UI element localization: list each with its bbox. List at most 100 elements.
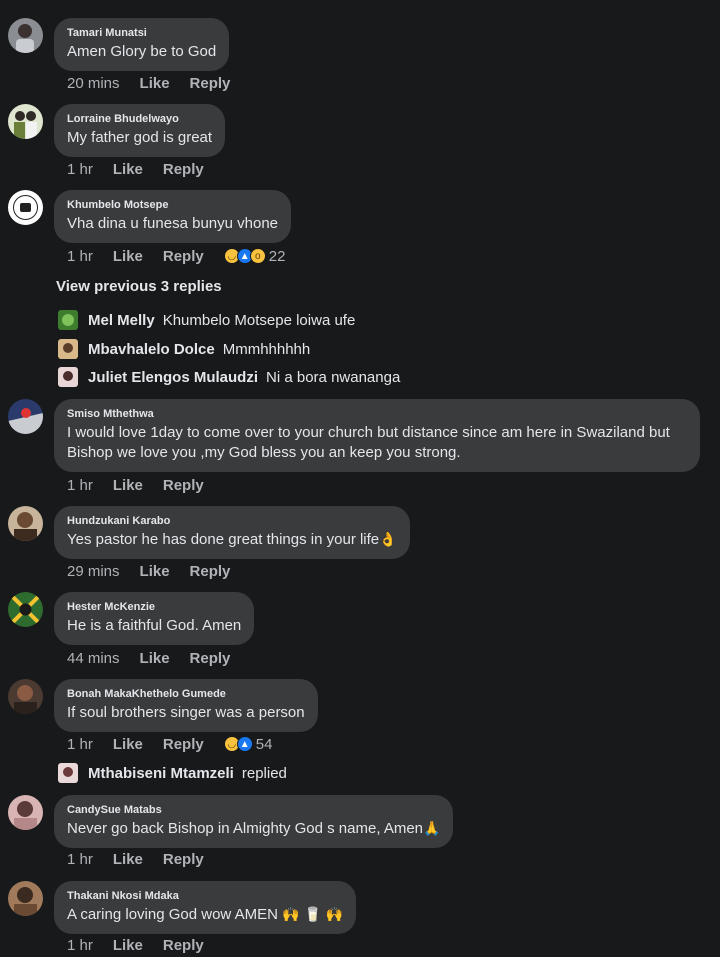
avatar[interactable]	[58, 339, 78, 359]
comment-bubble: Hundzukani Karabo Yes pastor he has done…	[54, 506, 410, 559]
ok-hand-emoji: 👌	[379, 532, 397, 548]
reaction-summary[interactable]: ◡ ▲ o 22	[223, 247, 286, 265]
reply-button[interactable]: Reply	[190, 563, 231, 580]
reaction-summary[interactable]: ◡ ▲ 54	[223, 735, 273, 753]
comment-text: Amen Glory be to God	[67, 43, 217, 60]
comment-actions: 1 hr Like Reply ◡ ▲ o 22	[67, 246, 291, 266]
comment-author[interactable]: Smiso Mthethwa	[67, 407, 687, 421]
reaction-count: 54	[255, 735, 273, 753]
avatar[interactable]	[58, 367, 78, 387]
avatar[interactable]	[8, 506, 43, 541]
comment-actions: 1 hr Like Reply	[67, 475, 224, 495]
comment-author[interactable]: CandySue Matabs	[67, 803, 440, 817]
comment-text-body: Yes pastor he has done great things in y…	[67, 531, 380, 548]
praying-hands-emoji: 🙏	[423, 821, 441, 837]
like-button[interactable]: Like	[113, 477, 143, 494]
comment-text: I would love 1day to come over to your c…	[67, 424, 670, 461]
reply-text: Mmmhhhhhh	[222, 340, 311, 358]
reply-author[interactable]: Mthabiseni Mtamzeli	[88, 765, 234, 782]
avatar[interactable]	[8, 881, 43, 916]
comment-bubble: Thakani Nkosi Mdaka A caring loving God …	[54, 881, 357, 934]
reply-item[interactable]: Mthabiseni Mtamzeli replied	[58, 762, 287, 784]
avatar[interactable]	[8, 592, 43, 627]
comment-bubble: Smiso Mthethwa I would love 1day to come…	[54, 399, 700, 472]
reaction-count: 22	[268, 247, 286, 265]
reply-item: Juliet Elengos Mulaudzi Ni a bora nwanan…	[58, 366, 400, 388]
reply-button[interactable]: Reply	[163, 937, 204, 954]
reply-button[interactable]: Reply	[190, 650, 231, 667]
comment-time[interactable]: 1 hr	[67, 851, 93, 868]
like-button[interactable]: Like	[140, 563, 170, 580]
comment-time[interactable]: 20 mins	[67, 75, 120, 92]
like-button[interactable]: Like	[113, 937, 143, 954]
reply-button[interactable]: Reply	[163, 248, 204, 265]
reply-text: Ni a bora nwananga	[266, 368, 401, 386]
like-button[interactable]: Like	[140, 650, 170, 667]
comment-text: Never go back Bishop in Almighty God s n…	[67, 819, 440, 839]
reply-text: replied	[241, 764, 287, 782]
comment-time[interactable]: 1 hr	[67, 477, 93, 494]
comment-actions: 20 mins Like Reply	[67, 73, 250, 93]
reply-button[interactable]: Reply	[163, 477, 204, 494]
like-reaction-icon: ▲	[236, 736, 253, 752]
comment-time[interactable]: 1 hr	[67, 736, 93, 753]
reply-text: Khumbelo Motsepe loiwa ufe	[162, 311, 356, 329]
reply-item: Mbavhalelo Dolce Mmmhhhhhh	[58, 338, 310, 360]
comment-time[interactable]: 44 mins	[67, 650, 120, 667]
comment-bubble: CandySue Matabs Never go back Bishop in …	[54, 795, 454, 848]
comment-text-body: Never go back Bishop in Almighty God s n…	[67, 820, 424, 837]
comment-text: My father god is great	[67, 129, 213, 146]
comment-text: He is a faithful God. Amen	[67, 617, 242, 634]
avatar[interactable]	[8, 795, 43, 830]
reply-button[interactable]: Reply	[163, 161, 204, 178]
reply-button[interactable]: Reply	[163, 736, 204, 753]
comment-text: If soul brothers singer was a person	[67, 704, 305, 721]
avatar[interactable]	[8, 399, 43, 434]
comment-actions: 1 hr Like Reply ◡ ▲ 54	[67, 734, 278, 754]
wow-reaction-icon: o	[249, 248, 266, 264]
comment-text: Yes pastor he has done great things in y…	[67, 530, 397, 550]
comment-time[interactable]: 1 hr	[67, 161, 93, 178]
comment-author[interactable]: Hester McKenzie	[67, 600, 241, 614]
avatar[interactable]	[8, 18, 43, 53]
comment-actions: 1 hr Like Reply	[67, 849, 224, 869]
reply-button[interactable]: Reply	[190, 75, 231, 92]
comment-actions: 1 hr Like Reply	[67, 159, 224, 179]
comment-text: Vha dina u funesa bunyu vhone	[67, 215, 279, 232]
comment-actions: 29 mins Like Reply	[67, 561, 250, 581]
reply-author[interactable]: Mbavhalelo Dolce	[88, 341, 215, 358]
like-button[interactable]: Like	[113, 248, 143, 265]
comment-time[interactable]: 1 hr	[67, 937, 93, 954]
like-button[interactable]: Like	[113, 161, 143, 178]
comment-actions: 44 mins Like Reply	[67, 648, 250, 668]
comment-author[interactable]: Tamari Munatsi	[67, 26, 216, 40]
reply-author[interactable]: Mel Melly	[88, 312, 155, 329]
comment-author[interactable]: Bonah MakaKhethelo Gumede	[67, 687, 305, 701]
like-button[interactable]: Like	[140, 75, 170, 92]
comment-actions: 1 hr Like Reply	[67, 935, 224, 955]
reply-button[interactable]: Reply	[163, 851, 204, 868]
view-previous-replies-link[interactable]: View previous 3 replies	[56, 278, 222, 295]
comment-bubble: Khumbelo Motsepe Vha dina u funesa bunyu…	[54, 190, 292, 243]
comment-time[interactable]: 29 mins	[67, 563, 120, 580]
comment-bubble: Hester McKenzie He is a faithful God. Am…	[54, 592, 255, 645]
comment-time[interactable]: 1 hr	[67, 248, 93, 265]
avatar[interactable]	[8, 104, 43, 139]
comment-author[interactable]: Hundzukani Karabo	[67, 514, 397, 528]
comment-text: A caring loving God wow AMEN 🙌 🥛 🙌	[67, 905, 343, 925]
comment-author[interactable]: Khumbelo Motsepe	[67, 198, 278, 212]
avatar[interactable]	[58, 763, 78, 783]
like-button[interactable]: Like	[113, 736, 143, 753]
like-button[interactable]: Like	[113, 851, 143, 868]
raised-hands-emoji: 🙌 🥛 🙌	[282, 907, 344, 923]
comment-author[interactable]: Lorraine Bhudelwayo	[67, 112, 212, 126]
avatar[interactable]	[8, 190, 43, 225]
comment-author[interactable]: Thakani Nkosi Mdaka	[67, 889, 343, 903]
comment-text-body: A caring loving God wow AMEN	[67, 906, 278, 923]
comment-bubble: Lorraine Bhudelwayo My father god is gre…	[54, 104, 226, 157]
avatar[interactable]	[8, 679, 43, 714]
reply-author[interactable]: Juliet Elengos Mulaudzi	[88, 369, 258, 386]
avatar[interactable]	[58, 310, 78, 330]
reply-item: Mel Melly Khumbelo Motsepe loiwa ufe	[58, 309, 355, 331]
comment-bubble: Tamari Munatsi Amen Glory be to God	[54, 18, 230, 71]
